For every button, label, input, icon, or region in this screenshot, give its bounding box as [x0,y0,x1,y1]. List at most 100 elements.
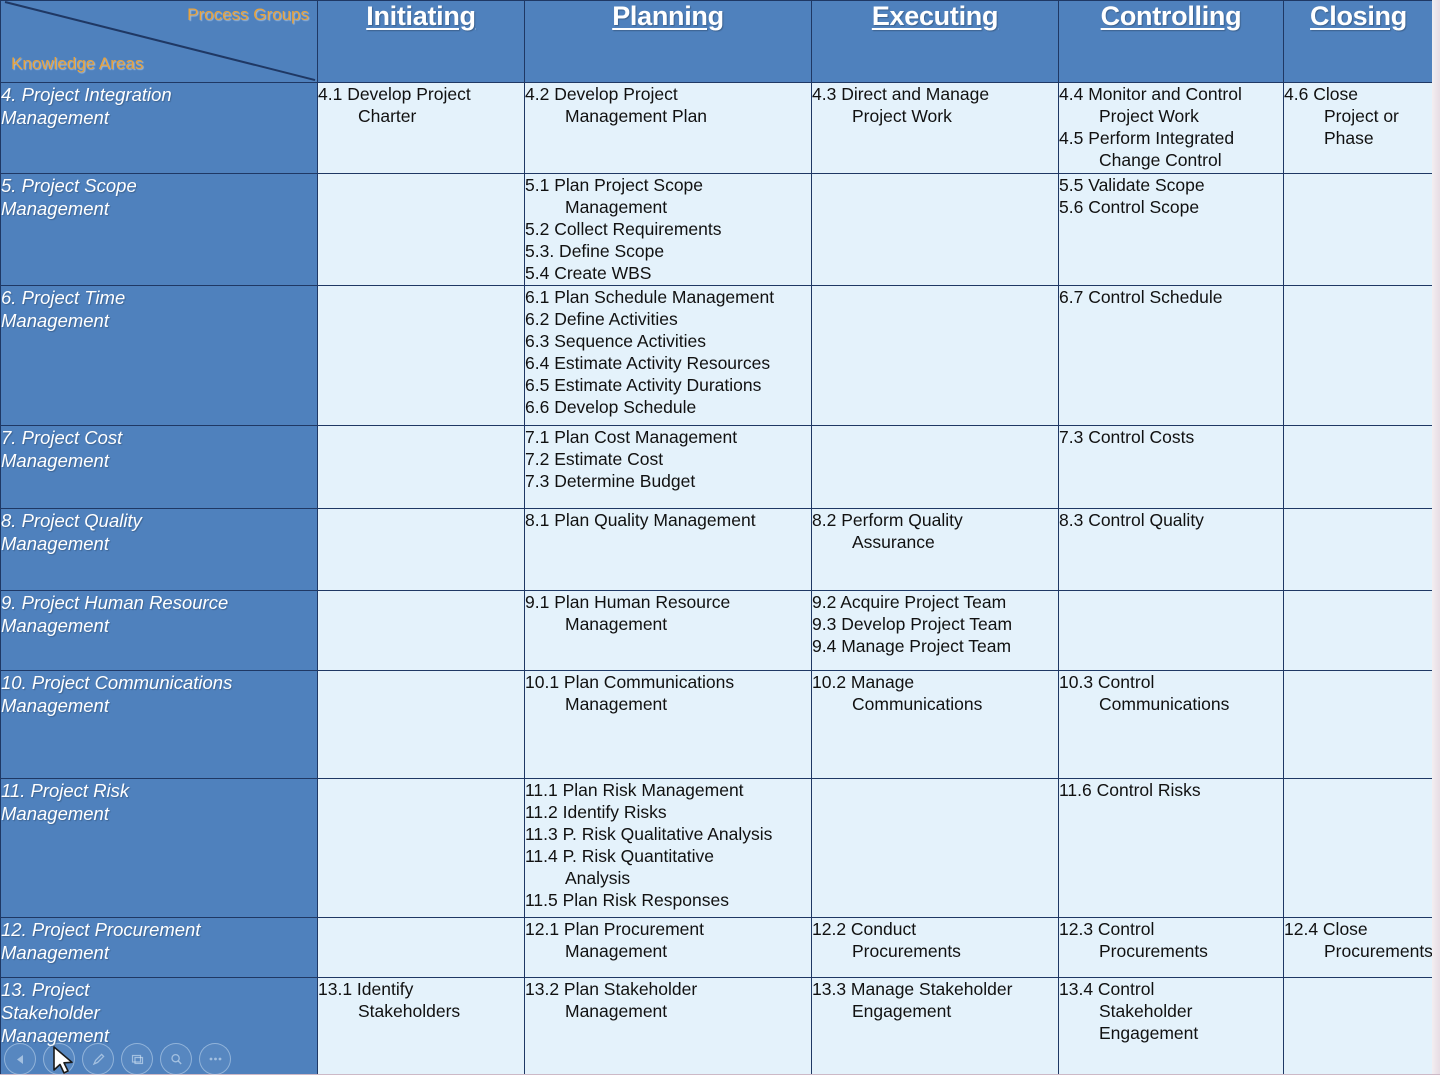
process-item: 5.3. Define Scope [525,241,665,261]
next-slide-icon[interactable] [43,1043,75,1075]
process-list: 6.1 Plan Schedule Management 6.2 Define A… [525,286,811,418]
previous-slide-icon[interactable] [4,1043,36,1075]
process-cell-controlling [1058,590,1284,671]
process-groups-label: Process Groups [187,5,309,24]
process-item: 8.2 Perform Quality Assurance [812,510,963,552]
knowledge-area-cell: 8. Project Quality Management [0,508,318,591]
knowledge-area-label: 9. Project Human Resource Management [1,592,229,636]
process-cell-initiating: 13.1 Identify Stakeholders [317,977,525,1076]
matrix-row: 6. Project Time Management 6.1 Plan Sched… [0,285,1434,426]
process-list: 5.5 Validate Scope 5.6 Control Scope [1059,174,1283,218]
process-item: 6.5 Estimate Activity Durations [525,375,762,395]
process-cell-initiating [317,508,525,591]
process-list: 10.2 Manage Communications [812,671,1058,715]
more-options-icon[interactable] [199,1043,231,1075]
column-header-label: Executing [871,1,999,31]
process-list: 5.1 Plan Project Scope Management 5.2 Col… [525,174,811,284]
process-list: 11.1 Plan Risk Management 11.2 Identify R… [525,779,811,911]
process-item: 11.1 Plan Risk Management [525,780,744,800]
process-cell-closing: 4.6 Close Project or Phase [1283,82,1434,174]
process-cell-initiating [317,285,525,426]
process-list: 6.7 Control Schedule [1059,286,1283,308]
process-item: 11.2 Identify Risks [525,802,667,822]
process-cell-controlling: 4.4 Monitor and Control Project Work 4.5 … [1058,82,1284,174]
process-cell-executing: 10.2 Manage Communications [811,670,1059,779]
process-item: 8.3 Control Quality [1059,510,1204,530]
process-cell-executing: 9.2 Acquire Project Team 9.3 Develop Proj… [811,590,1059,671]
process-cell-controlling: 11.6 Control Risks [1058,778,1284,918]
process-list: 9.1 Plan Human Resource Management [525,591,811,635]
process-cell-controlling: 6.7 Control Schedule [1058,285,1284,426]
process-list: 4.4 Monitor and Control Project Work 4.5 … [1059,83,1283,171]
process-cell-initiating [317,590,525,671]
matrix-row: 11. Project Risk Management 11.1 Plan Ris… [0,778,1434,918]
process-cell-controlling: 13.4 Control Stakeholder Engagement [1058,977,1284,1076]
process-list: 10.1 Plan Communications Management [525,671,811,715]
process-list: 9.2 Acquire Project Team 9.3 Develop Proj… [812,591,1058,657]
process-cell-executing: 8.2 Perform Quality Assurance [811,508,1059,591]
process-cell-executing: 13.3 Manage Stakeholder Engagement [811,977,1059,1076]
column-header-initiating: Initiating [317,0,525,83]
matrix-row: 7. Project Cost Management 7.1 Plan Cost … [0,425,1434,509]
process-item: 5.4 Create WBS [525,263,652,283]
process-cell-closing [1283,425,1434,509]
process-list: 12.1 Plan Procurement Management [525,918,811,962]
knowledge-area-label: 8. Project Quality Management [1,510,142,554]
process-cell-initiating [317,670,525,779]
column-header-label: Closing [1310,1,1407,31]
zoom-icon[interactable] [160,1043,192,1075]
matrix-header-row: Process Groups Knowledge Areas Initiatin… [0,0,1434,83]
process-list: 4.3 Direct and Manage Project Work [812,83,1058,127]
process-cell-initiating: 4.1 Develop Project Charter [317,82,525,174]
process-list: 11.6 Control Risks [1059,779,1283,801]
process-cell-planning: 4.2 Develop Project Management Plan [524,82,812,174]
matrix-row: 9. Project Human Resource Management 9.1 … [0,590,1434,671]
matrix-row: 10. Project Communications Management 10.… [0,670,1434,779]
process-cell-controlling: 10.3 Control Communications [1058,670,1284,779]
process-cell-executing [811,425,1059,509]
column-header-closing: Closing [1283,0,1434,83]
process-cell-planning: 10.1 Plan Communications Management [524,670,812,779]
column-header-planning: Planning [524,0,812,83]
process-item: 6.6 Develop Schedule [525,397,697,417]
process-cell-closing [1283,508,1434,591]
process-item: 13.1 Identify Stakeholders [318,979,461,1021]
matrix-row: 8. Project Quality Management 8.1 Plan Qu… [0,508,1434,591]
process-cell-initiating [317,173,525,286]
process-cell-planning: 8.1 Plan Quality Management [524,508,812,591]
process-cell-initiating [317,425,525,509]
process-item: 4.2 Develop Project Management Plan [525,84,708,126]
all-slides-icon[interactable] [121,1043,153,1075]
process-cell-initiating [317,917,525,978]
process-item: 13.2 Plan Stakeholder Management [525,979,698,1021]
column-header-label: Initiating [366,1,476,31]
process-list: 13.3 Manage Stakeholder Engagement [812,978,1058,1022]
process-cell-initiating [317,778,525,918]
process-cell-planning: 6.1 Plan Schedule Management 6.2 Define A… [524,285,812,426]
matrix-row: 5. Project Scope Management 5.1 Plan Proj… [0,173,1434,286]
process-cell-controlling: 12.3 Control Procurements [1058,917,1284,978]
process-item: 13.3 Manage Stakeholder Engagement [812,979,1013,1021]
knowledge-area-cell: 7. Project Cost Management [0,425,318,509]
process-item: 11.5 Plan Risk Responses [525,890,729,910]
process-list: 8.3 Control Quality [1059,509,1283,531]
column-header-controlling: Controlling [1058,0,1284,83]
knowledge-area-label: 13. Project Stakeholder Management [1,979,109,1046]
matrix-row: 4. Project Integration Management 4.1 Dev… [0,82,1434,174]
process-cell-closing: 12.4 Close Procurements [1283,917,1434,978]
process-cell-controlling: 5.5 Validate Scope 5.6 Control Scope [1058,173,1284,286]
knowledge-area-cell: 6. Project Time Management [0,285,318,426]
process-list: 7.1 Plan Cost Management 7.2 Estimate Cos… [525,426,811,492]
process-item: 12.1 Plan Procurement Management [525,919,704,961]
process-list: 13.4 Control Stakeholder Engagement [1059,978,1283,1044]
pen-icon[interactable] [82,1043,114,1075]
process-list: 7.3 Control Costs [1059,426,1283,448]
process-item: 10.3 Control Communications [1059,672,1230,714]
process-cell-planning: 11.1 Plan Risk Management 11.2 Identify R… [524,778,812,918]
process-cell-executing [811,173,1059,286]
process-list: 4.6 Close Project or Phase [1284,83,1433,149]
column-header-label: Planning [612,1,724,31]
process-item: 10.1 Plan Communications Management [525,672,735,714]
process-item: 7.3 Control Costs [1059,427,1195,447]
process-item: 6.7 Control Schedule [1059,287,1223,307]
